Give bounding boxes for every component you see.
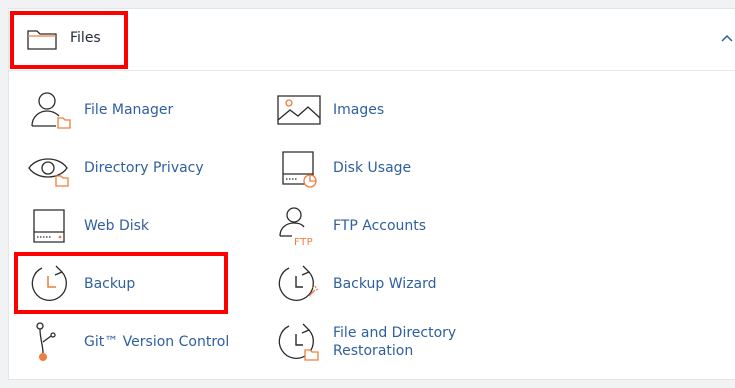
- disk-usage-icon: [282, 151, 317, 188]
- restoration-icon: [278, 323, 319, 361]
- svg-text:FTP: FTP: [294, 237, 313, 248]
- git-icon: [36, 322, 56, 361]
- images-icon: [277, 95, 321, 125]
- file-manager-link[interactable]: File Manager: [28, 88, 248, 132]
- directory-privacy-link[interactable]: Directory Privacy: [28, 146, 248, 190]
- backup-icon: [31, 265, 67, 301]
- folder-icon: [27, 30, 57, 50]
- restoration-label: File and Directory Restoration: [333, 325, 457, 359]
- directory-privacy-icon: [28, 158, 69, 187]
- images-link[interactable]: Images: [277, 88, 497, 132]
- chevron-up-icon[interactable]: [721, 33, 733, 45]
- backup-wizard-link[interactable]: Backup Wizard: [277, 262, 497, 306]
- git-version-control-link[interactable]: Git™ Version Control: [28, 320, 248, 364]
- disk-usage-link[interactable]: Disk Usage: [277, 146, 497, 190]
- ftp-accounts-icon: FTP: [279, 207, 313, 248]
- file-manager-icon: [31, 92, 71, 129]
- ftp-accounts-link[interactable]: FTP FTP Accounts: [277, 204, 497, 248]
- disk-usage-label: Disk Usage: [333, 160, 412, 176]
- git-label: Git™ Version Control: [84, 334, 230, 350]
- web-disk-icon: [33, 209, 65, 243]
- backup-wizard-icon: [278, 265, 319, 301]
- backup-wizard-label: Backup Wizard: [333, 276, 437, 292]
- file-manager-label: File Manager: [84, 102, 174, 118]
- section-title: Files: [70, 30, 101, 46]
- panel-header[interactable]: Files: [9, 9, 735, 71]
- backup-link[interactable]: Backup: [28, 262, 218, 306]
- web-disk-link[interactable]: Web Disk: [28, 204, 248, 248]
- images-label: Images: [333, 102, 385, 118]
- backup-label: Backup: [84, 276, 136, 292]
- file-directory-restoration-link[interactable]: File and Directory Restoration: [277, 320, 497, 364]
- ftp-accounts-label: FTP Accounts: [333, 218, 427, 234]
- directory-privacy-label: Directory Privacy: [84, 160, 204, 176]
- web-disk-label: Web Disk: [84, 218, 150, 234]
